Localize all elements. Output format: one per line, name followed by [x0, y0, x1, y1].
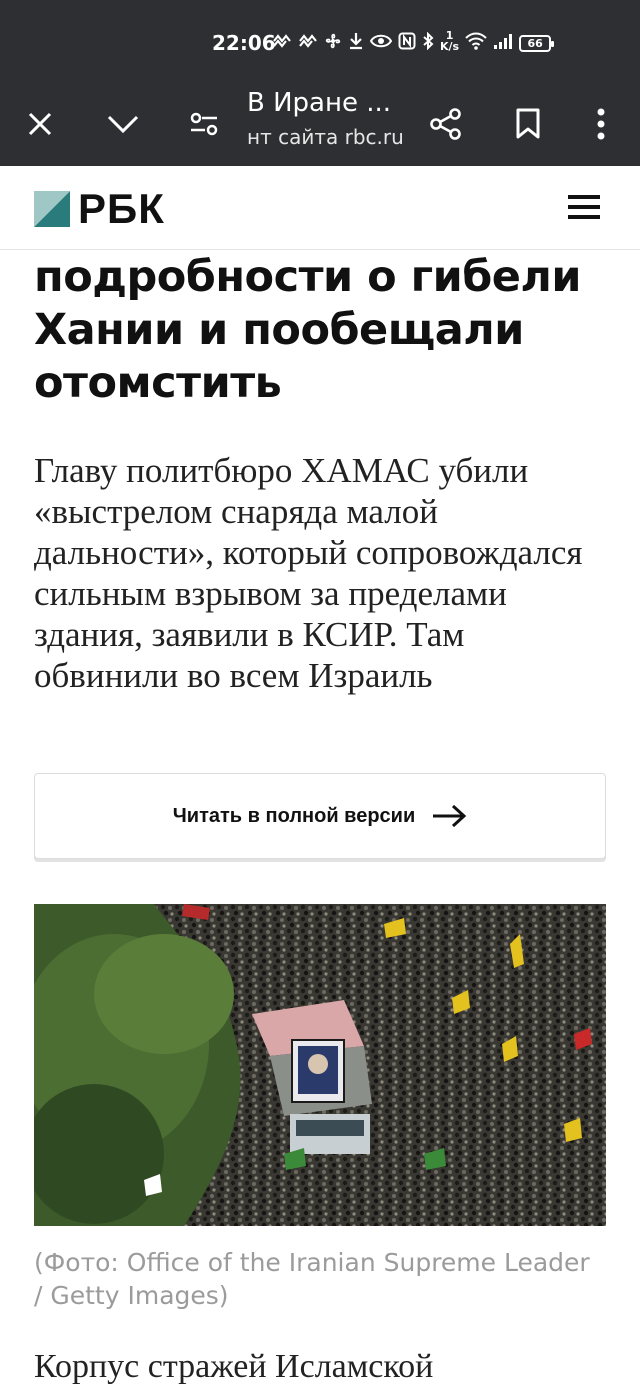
- hamburger-icon[interactable]: [566, 191, 606, 225]
- notification-icon: [272, 33, 292, 54]
- wifi-icon: [465, 32, 487, 55]
- article-headline: В Иране рассказали подробности о гибели …: [34, 252, 582, 408]
- battery-icon: 66: [519, 34, 555, 52]
- read-full-label: Читать в полной версии: [172, 804, 416, 827]
- share-icon[interactable]: [418, 96, 474, 152]
- net-speed-unit: K/s: [440, 40, 460, 53]
- article: В Иране рассказали подробности о гибели …: [0, 250, 640, 1390]
- notification-icon: [298, 33, 318, 54]
- page-title: В Иране ...: [247, 88, 392, 118]
- read-full-version-button[interactable]: Читать в полной версии: [34, 773, 606, 859]
- chevron-down-icon[interactable]: [95, 96, 151, 152]
- photo-caption: (Фото: Office of the Iranian Supreme Lea…: [34, 1248, 590, 1310]
- bluetooth-icon: [422, 31, 434, 55]
- nfc-icon: [398, 32, 416, 55]
- page-url: нт сайта rbc.ru: [247, 125, 404, 149]
- rbc-logo-mark: [34, 191, 70, 227]
- status-icons: 1 K/s 66: [272, 30, 555, 56]
- logo-text: РБК: [78, 185, 165, 232]
- status-bar: 22:06 1 K/s 66: [0, 0, 640, 86]
- arrow-right-icon: [433, 804, 467, 828]
- fan-icon: [324, 32, 342, 55]
- close-icon[interactable]: [12, 96, 68, 152]
- settings-icon[interactable]: [176, 96, 232, 152]
- rbc-logo[interactable]: РБК: [34, 185, 165, 232]
- site-header: РБК: [0, 166, 640, 250]
- more-vert-icon[interactable]: [573, 96, 629, 152]
- eye-icon: [369, 33, 393, 54]
- net-speed: 1 K/s: [440, 30, 459, 52]
- signal-icon: [493, 33, 513, 54]
- browser-toolbar: В Иране ... нт сайта rbc.ru: [0, 86, 640, 166]
- status-time: 22:06: [212, 31, 276, 55]
- article-photo[interactable]: [34, 904, 606, 1226]
- bookmark-icon[interactable]: [500, 96, 556, 152]
- article-subtitle: Главу политбюро ХАМАС убили «выстрелом с…: [34, 451, 583, 695]
- article-body: Корпус стражей Исламской: [34, 1348, 434, 1385]
- download-icon: [348, 32, 364, 55]
